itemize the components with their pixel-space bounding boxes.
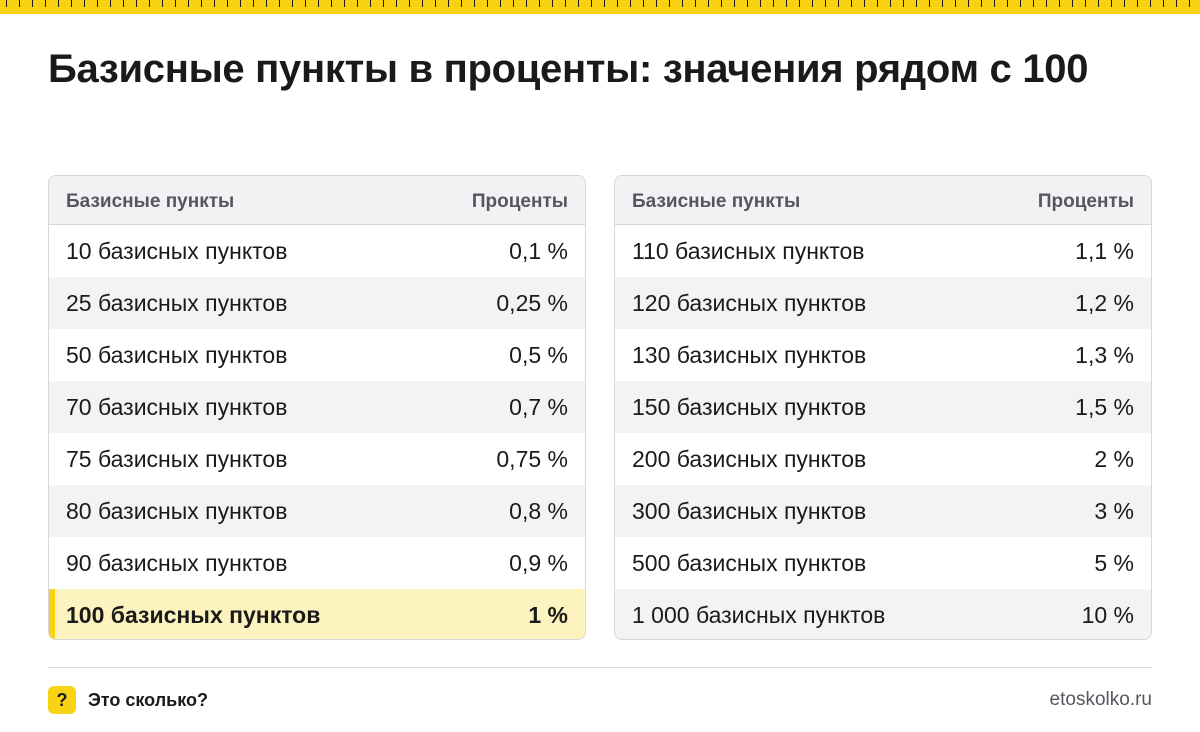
percent-cell: 5 % [1094,549,1134,576]
table-row: 150 базисных пунктов 1,5 % [615,381,1151,433]
basis-points-cell: 100 базисных пунктов [66,601,321,628]
table-row: 25 базисных пунктов 0,25 % [49,277,585,329]
basis-points-cell: 10 базисных пунктов [66,237,288,264]
percent-cell: 1 % [528,601,568,628]
table-row: 80 базисных пунктов 0,8 % [49,485,585,537]
table-row: 90 базисных пунктов 0,9 % [49,537,585,589]
table-row-highlighted: 100 базисных пунктов 1 % [49,589,585,639]
percent-cell: 1,1 % [1075,237,1134,264]
percent-cell: 0,5 % [509,341,568,368]
table-row: 70 базисных пунктов 0,7 % [49,381,585,433]
basis-points-cell: 70 базисных пунктов [66,393,288,420]
basis-points-cell: 50 базисных пунктов [66,341,288,368]
ruler-decoration [0,0,1200,14]
table-row: 300 базисных пунктов 3 % [615,485,1151,537]
table-header: Базисные пункты Проценты [615,176,1151,225]
percent-cell: 10 % [1081,601,1134,628]
table-row: 10 базисных пунктов 0,1 % [49,225,585,277]
column-header-basis-points: Базисные пункты [632,191,801,212]
percent-cell: 0,9 % [509,549,568,576]
table-row: 50 базисных пунктов 0,5 % [49,329,585,381]
brand-logo[interactable]: ? Это сколько? [48,686,208,714]
basis-points-cell: 80 базисных пунктов [66,497,288,524]
page-title: Базисные пункты в проценты: значения ряд… [48,47,1089,91]
basis-points-cell: 120 базисных пунктов [632,289,867,316]
table-row: 130 базисных пунктов 1,3 % [615,329,1151,381]
column-header-percent: Проценты [1037,191,1134,212]
conversion-table-right: Базисные пункты Проценты 110 базисных пу… [614,175,1152,640]
basis-points-cell: 150 базисных пунктов [632,393,867,420]
percent-cell: 0,75 % [496,445,568,472]
percent-cell: 0,7 % [509,393,568,420]
footer-divider [48,667,1152,668]
table-header: Базисные пункты Проценты [49,176,585,225]
column-header-percent: Проценты [471,191,568,212]
basis-points-cell: 200 базисных пунктов [632,445,867,472]
question-mark-icon: ? [48,686,76,714]
basis-points-cell: 90 базисных пунктов [66,549,288,576]
basis-points-cell: 130 базисных пунктов [632,341,867,368]
table-body: 110 базисных пунктов 1,1 % 120 базисных … [615,225,1151,639]
basis-points-cell: 25 базисных пунктов [66,289,288,316]
table-row: 120 базисных пунктов 1,2 % [615,277,1151,329]
percent-cell: 2 % [1094,445,1134,472]
percent-cell: 1,2 % [1075,289,1134,316]
table-row: 1 000 базисных пунктов 10 % [615,589,1151,639]
percent-cell: 0,25 % [496,289,568,316]
basis-points-cell: 110 базисных пунктов [632,237,865,264]
percent-cell: 0,8 % [509,497,568,524]
basis-points-cell: 500 базисных пунктов [632,549,867,576]
table-row: 200 базисных пунктов 2 % [615,433,1151,485]
table-row: 75 базисных пунктов 0,75 % [49,433,585,485]
percent-cell: 0,1 % [509,237,568,264]
table-row: 500 базисных пунктов 5 % [615,537,1151,589]
percent-cell: 1,3 % [1075,341,1134,368]
brand-name: Это сколько? [88,689,208,710]
column-header-basis-points: Базисные пункты [66,191,235,212]
table-row: 110 базисных пунктов 1,1 % [615,225,1151,277]
table-body: 10 базисных пунктов 0,1 % 25 базисных пу… [49,225,585,639]
basis-points-cell: 300 базисных пунктов [632,497,867,524]
percent-cell: 3 % [1094,497,1134,524]
conversion-table-left: Базисные пункты Проценты 10 базисных пун… [48,175,586,640]
site-url[interactable]: etoskolko.ru [1050,689,1152,711]
basis-points-cell: 75 базисных пунктов [66,445,288,472]
basis-points-cell: 1 000 базисных пунктов [632,601,886,628]
percent-cell: 1,5 % [1075,393,1134,420]
